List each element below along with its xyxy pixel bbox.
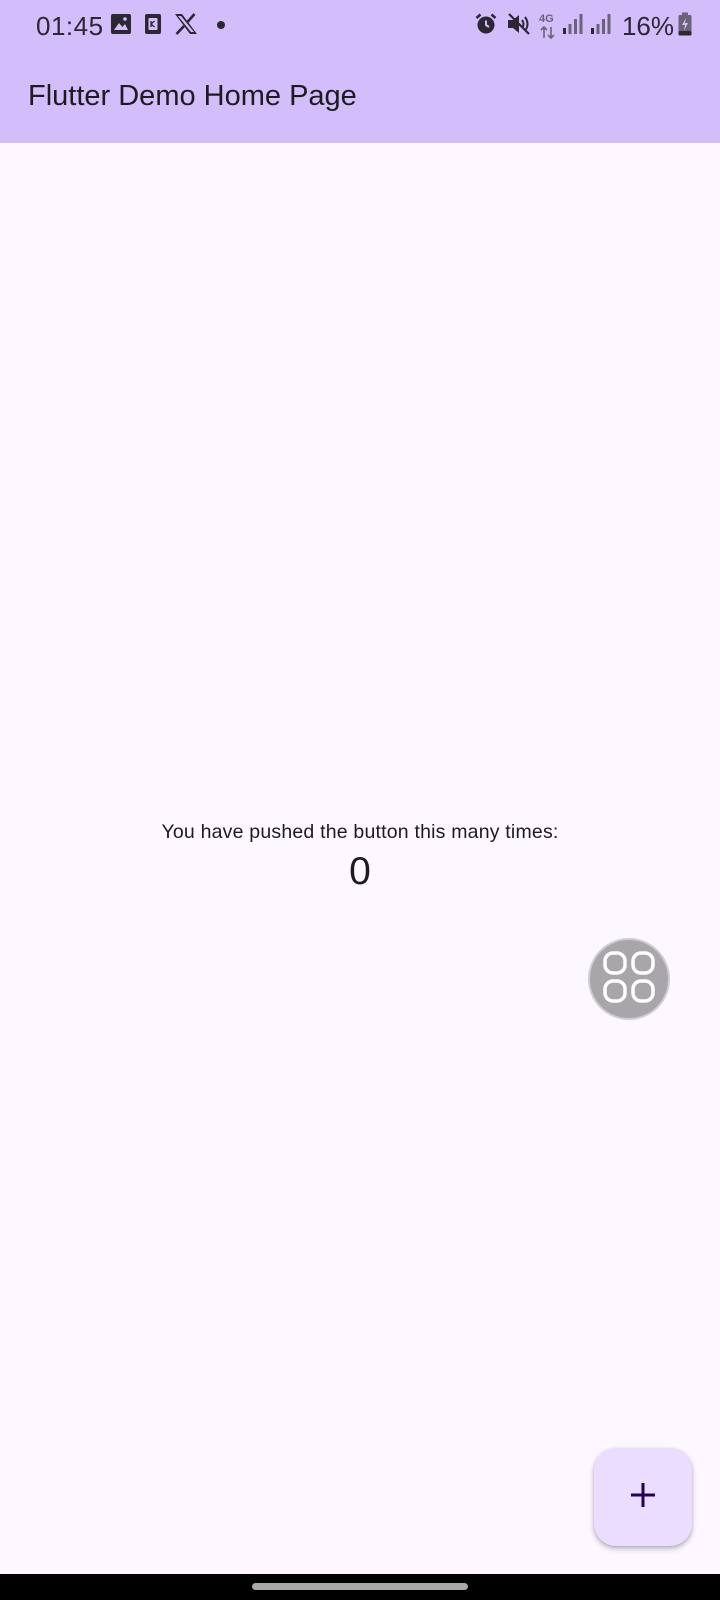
floating-launcher-button[interactable]: [588, 938, 670, 1020]
plus-icon: [629, 1481, 657, 1514]
muted-icon: [506, 12, 532, 41]
counter-value: 0: [349, 850, 371, 893]
navigation-bar: [0, 1574, 720, 1600]
status-bar: 01:45 4G 16%: [0, 0, 720, 52]
4g-data-icon: 4G: [538, 12, 558, 40]
page-title: Flutter Demo Home Page: [28, 80, 357, 112]
status-left-icons: [110, 12, 226, 40]
home-gesture-handle[interactable]: [252, 1583, 468, 1590]
alarm-icon: [474, 12, 498, 41]
signal-icon: [562, 13, 584, 40]
notification-dot-icon: [216, 17, 226, 35]
counter-label: You have pushed the button this many tim…: [161, 821, 559, 843]
app-bar: Flutter Demo Home Page: [0, 52, 720, 143]
battery-charging-icon: [678, 12, 692, 41]
increment-fab-button[interactable]: [594, 1448, 692, 1546]
x-app-icon: [174, 12, 198, 40]
status-time: 01:45: [36, 11, 104, 41]
network-label: 4G: [538, 13, 554, 25]
grid-icon: [601, 949, 657, 1010]
sim-icon: [144, 13, 162, 40]
status-right-icons: 4G 16%: [474, 12, 692, 40]
gallery-icon: [110, 13, 132, 40]
signal-icon: [590, 13, 612, 40]
battery-percentage: 16%: [621, 11, 674, 41]
